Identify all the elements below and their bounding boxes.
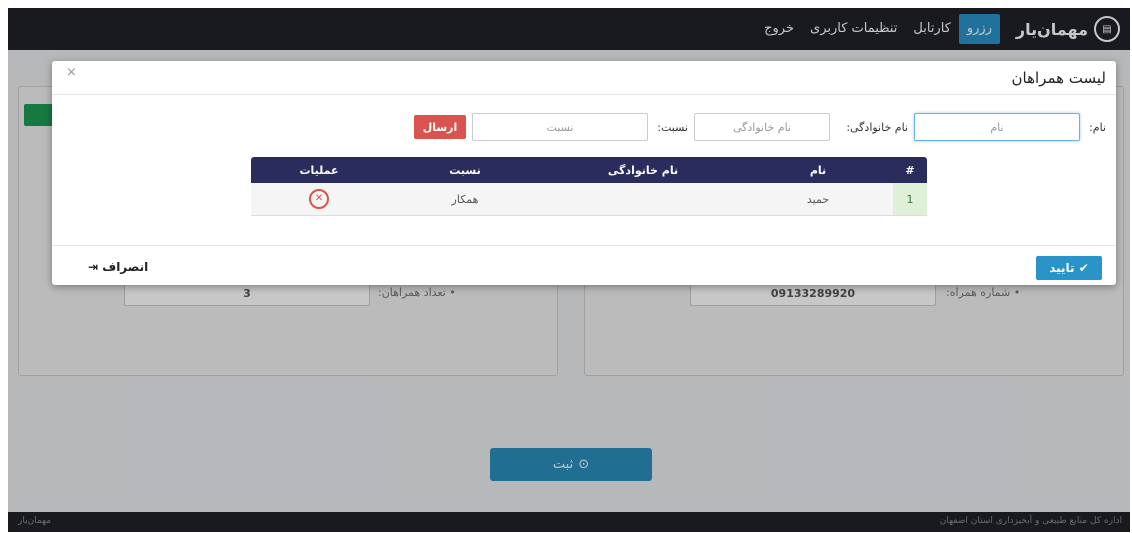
col-header-actions: عملیات xyxy=(251,157,387,183)
cancel-label: انصراف xyxy=(102,260,149,274)
send-button[interactable]: ارسال xyxy=(414,115,466,139)
row-relation: همکار xyxy=(387,183,543,216)
name-label: نام: xyxy=(1089,121,1106,134)
row-name: حمید xyxy=(743,183,893,216)
cancel-button[interactable]: انصراف ⇥ xyxy=(88,260,148,274)
confirm-button[interactable]: ✔ تایید xyxy=(1036,256,1102,280)
row-family xyxy=(543,183,743,216)
col-header-name: نام xyxy=(743,157,893,183)
modal-header: لیست همراهان × xyxy=(52,61,1116,95)
col-header-relation: نسبت xyxy=(387,157,543,183)
row-actions: ✕ xyxy=(251,183,387,216)
modal-footer: ✔ تایید انصراف ⇥ xyxy=(52,245,1116,286)
table-header-row: # نام نام خانوادگی نسبت عملیات xyxy=(251,157,927,183)
row-index: 1 xyxy=(893,183,927,216)
companion-form: نام: نام خانوادگی: نسبت: ارسال xyxy=(52,113,1116,143)
delete-circle-icon[interactable]: ✕ xyxy=(309,189,329,209)
name-input[interactable] xyxy=(914,113,1080,141)
relation-input[interactable] xyxy=(472,113,648,141)
companions-table: # نام نام خانوادگی نسبت عملیات 1 حمید هم… xyxy=(251,157,927,216)
table-row: 1 حمید همکار ✕ xyxy=(251,183,927,216)
sign-out-icon: ⇥ xyxy=(88,260,99,274)
relation-label: نسبت: xyxy=(657,121,688,134)
col-header-index: # xyxy=(893,157,927,183)
family-input[interactable] xyxy=(694,113,830,141)
close-icon[interactable]: × xyxy=(66,65,77,80)
companions-modal: لیست همراهان × نام: نام خانوادگی: نسبت: … xyxy=(52,61,1116,285)
family-label: نام خانوادگی: xyxy=(846,121,908,134)
col-header-family: نام خانوادگی xyxy=(543,157,743,183)
modal-title: لیست همراهان xyxy=(1011,69,1107,87)
